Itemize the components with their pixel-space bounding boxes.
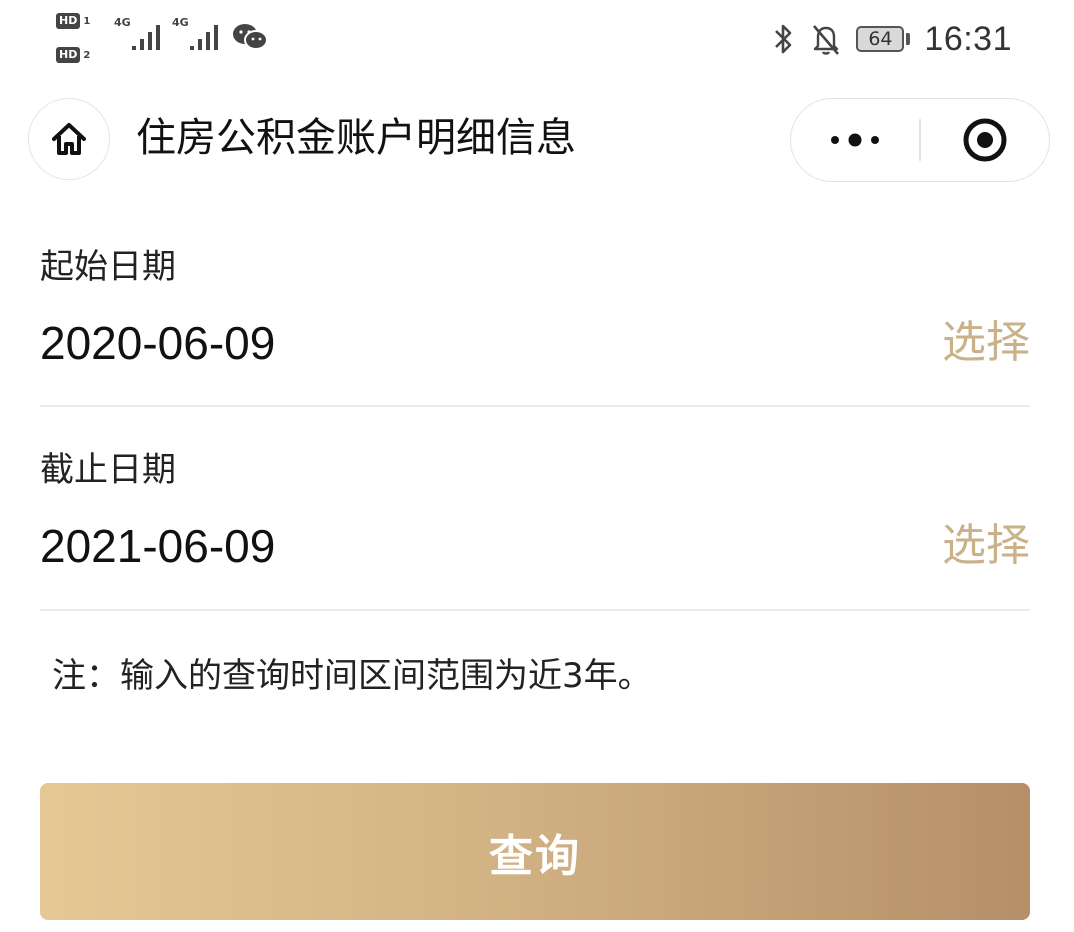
query-range-note: 注：输入的查询时间区间范围为近3年。: [52, 656, 652, 696]
end-date-select-button[interactable]: 选择: [942, 514, 1030, 578]
sim1-hd-badge: HD 1: [56, 12, 90, 30]
wechat-icon: [233, 24, 268, 50]
signal-bars-icon: [132, 25, 160, 50]
start-date-label: 起始日期: [40, 247, 176, 287]
end-date-divider: [40, 609, 1030, 611]
start-date-value[interactable]: 2020-06-09: [40, 311, 275, 375]
close-target-icon: [963, 118, 1007, 161]
status-bar: HD 1 HD 2 4G 4G 64 16:31: [0, 0, 1074, 78]
home-button[interactable]: [28, 98, 110, 180]
sim2-hd-label: HD: [56, 47, 81, 63]
start-date-select-button[interactable]: 选择: [942, 311, 1030, 375]
home-icon: [52, 123, 86, 155]
battery-body: 64: [856, 26, 905, 52]
signal-strength-1: 4G: [114, 16, 170, 56]
navigation-bar: 住房公积金账户明细信息: [0, 96, 1074, 184]
sim2-number: 2: [83, 49, 91, 61]
query-button[interactable]: 查询: [40, 783, 1030, 920]
more-button[interactable]: [791, 99, 919, 180]
bluetooth-icon: [775, 24, 792, 54]
signal-bars-icon: [190, 25, 218, 50]
signal-strength-2: 4G: [172, 16, 228, 56]
end-date-label: 截止日期: [40, 450, 176, 490]
battery-cap: [906, 33, 911, 45]
page-title: 住房公积金账户明细信息: [136, 115, 576, 161]
sim2-hd-badge: HD 2: [56, 46, 90, 64]
close-button[interactable]: [921, 99, 1049, 180]
sim1-number: 1: [83, 15, 91, 27]
bell-off-icon: [813, 25, 840, 55]
sim-indicators: HD 1 HD 2: [56, 10, 106, 66]
battery-icon: 64: [856, 26, 911, 52]
battery-level: 64: [868, 27, 893, 50]
start-date-divider: [40, 405, 1030, 407]
status-right-group: 64 16:31: [772, 14, 1012, 64]
more-dots-icon: [831, 133, 879, 146]
sim1-hd-label: HD: [56, 13, 81, 29]
end-date-value[interactable]: 2021-06-09: [40, 514, 275, 578]
mini-program-capsule: [790, 98, 1050, 182]
status-clock: 16:31: [924, 19, 1012, 58]
